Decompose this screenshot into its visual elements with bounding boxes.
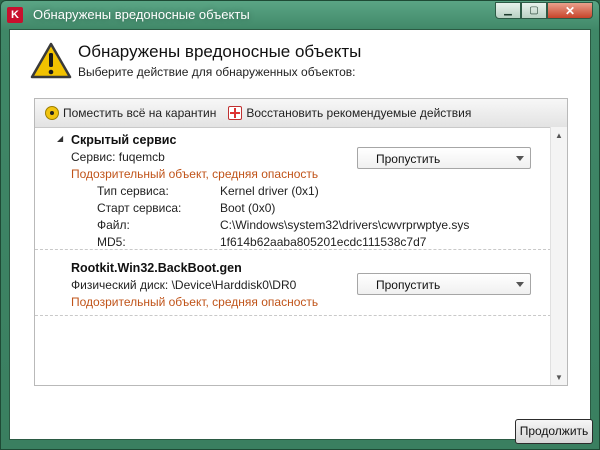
caption-buttons: ▁ ▢ ✕ — [495, 2, 593, 19]
detail-label: Файл: — [97, 218, 130, 232]
page-subtitle: Выберите действие для обнаруженных объек… — [78, 65, 356, 79]
radiation-icon — [45, 106, 59, 120]
quarantine-all-button[interactable]: Поместить всё на карантин — [45, 103, 216, 123]
threat-list: ◢ Скрытый сервис Сервис: fuqemcb Подозри… — [35, 127, 551, 385]
threat-item: Rootkit.Win32.BackBoot.gen Физический ди… — [35, 255, 551, 316]
action-select-value: Пропустить — [376, 278, 441, 292]
restore-recommended-label: Восстановить рекомендуемые действия — [246, 106, 472, 120]
continue-button[interactable]: Продолжить — [515, 419, 593, 444]
detail-label: Старт сервиса: — [97, 201, 182, 215]
detail-value: Boot (0x0) — [220, 201, 276, 215]
detail-value: C:\Windows\system32\drivers\cwvrprwptye.… — [220, 218, 470, 232]
threat-item: ◢ Скрытый сервис Сервис: fuqemcb Подозри… — [35, 127, 551, 250]
maximize-icon: ▢ — [529, 5, 539, 16]
warning-triangle-icon — [30, 42, 72, 79]
chevron-down-icon — [516, 156, 524, 161]
collapse-arrow-icon[interactable]: ◢ — [57, 134, 63, 143]
detail-label: MD5: — [97, 235, 126, 249]
chevron-down-icon — [516, 282, 524, 287]
close-icon: ✕ — [564, 3, 576, 18]
threat-service: Сервис: fuqemcb — [71, 150, 165, 164]
close-button[interactable]: ✕ — [547, 2, 593, 19]
threat-name: Rootkit.Win32.BackBoot.gen — [71, 261, 242, 275]
page-title: Обнаружены вредоносные объекты — [78, 42, 362, 61]
maximize-button[interactable]: ▢ — [521, 2, 547, 19]
restore-recommended-button[interactable]: Восстановить рекомендуемые действия — [228, 103, 471, 123]
title-bar[interactable]: K Обнаружены вредоносные объекты ▁ ▢ ✕ — [1, 1, 599, 29]
detail-label: Тип сервиса: — [97, 184, 169, 198]
action-select[interactable]: Пропустить — [357, 147, 531, 169]
panel-toolbar: Поместить всё на карантин Восстановить р… — [35, 99, 567, 128]
dialog-header: Обнаружены вредоносные объекты Выберите … — [10, 30, 590, 100]
threat-verdict: Подозрительный объект, средняя опасность — [71, 167, 319, 181]
red-cross-icon — [228, 106, 243, 120]
quarantine-all-label: Поместить всё на карантин — [63, 106, 217, 120]
client-area: Обнаружены вредоносные объекты Выберите … — [9, 29, 591, 440]
detail-value: Kernel driver (0x1) — [220, 184, 319, 198]
threat-verdict: Подозрительный объект, средняя опасность — [71, 295, 319, 309]
threat-name: Скрытый сервис — [71, 133, 177, 147]
action-select-value: Пропустить — [376, 152, 441, 166]
window-title: Обнаружены вредоносные объекты — [33, 7, 250, 22]
scroll-up-icon[interactable]: ▲ — [551, 127, 567, 143]
threats-panel: Поместить всё на карантин Восстановить р… — [34, 98, 568, 386]
scroll-down-icon[interactable]: ▼ — [551, 369, 567, 385]
detail-value: 1f614b62aaba805201ecdc111538c7d7 — [220, 235, 427, 249]
minimize-icon: ▁ — [504, 5, 512, 16]
action-select[interactable]: Пропустить — [357, 273, 531, 295]
dialog-window: K Обнаружены вредоносные объекты ▁ ▢ ✕ О… — [0, 0, 600, 450]
minimize-button[interactable]: ▁ — [495, 2, 521, 19]
vertical-scrollbar[interactable]: ▲ ▼ — [550, 127, 567, 385]
kaspersky-logo-icon: K — [7, 7, 23, 23]
threat-device: Физический диск: \Device\Harddisk0\DR0 — [71, 278, 297, 292]
